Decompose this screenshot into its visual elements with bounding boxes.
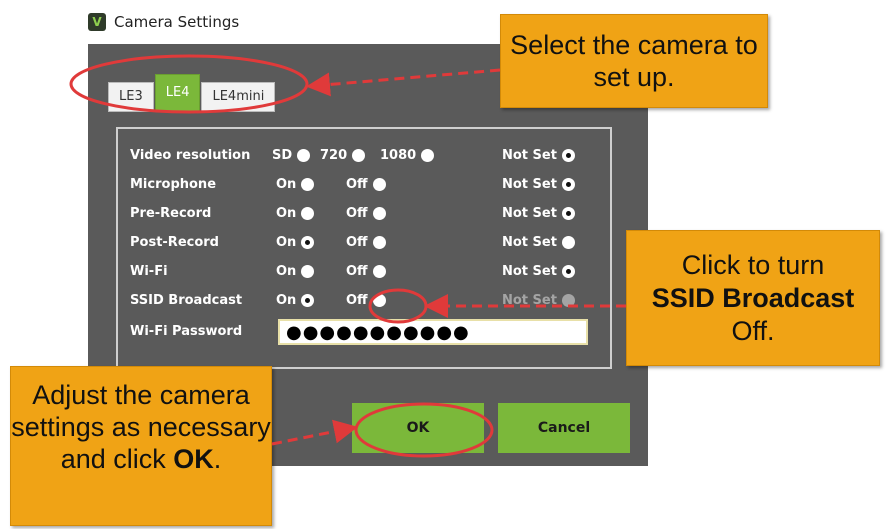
video-720-radio[interactable] — [352, 149, 366, 162]
microphone-off-option[interactable]: Off — [346, 177, 386, 192]
microphone-off-label: Off — [346, 177, 368, 192]
ssid-off-label: Off — [346, 293, 368, 308]
post-record-on-option[interactable]: On — [276, 235, 315, 250]
video-notset-option[interactable]: Not Set — [502, 148, 575, 163]
pre-record-on-option[interactable]: On — [276, 206, 315, 221]
pre-record-row: Pre-Record On Off Not Set — [130, 201, 610, 229]
ssid-off-radio[interactable] — [372, 294, 386, 307]
post-record-label: Post-Record — [130, 235, 219, 250]
video-720-label: 720 — [320, 148, 348, 163]
wifi-on-option[interactable]: On — [276, 264, 315, 279]
video-1080-radio[interactable] — [421, 149, 435, 162]
callout-adjust-text: Adjust the camera settings as necessary … — [11, 380, 271, 474]
wifi-label: Wi-Fi — [130, 264, 168, 279]
wifi-on-label: On — [276, 264, 297, 279]
ssid-on-label: On — [276, 293, 297, 308]
ssid-off-option[interactable]: Off — [346, 293, 386, 308]
callout-ssid-text-2: Off. — [731, 316, 775, 346]
video-sd-radio[interactable] — [297, 149, 311, 162]
ssid-broadcast-row: SSID Broadcast On Off Not Set — [130, 288, 610, 316]
callout-select-camera: Select the camera to set up. — [500, 14, 768, 108]
post-record-off-label: Off — [346, 235, 368, 250]
microphone-notset-label: Not Set — [502, 177, 557, 192]
tab-le3[interactable]: LE3 — [108, 82, 154, 112]
pre-record-off-radio[interactable] — [372, 207, 386, 220]
pre-record-on-radio[interactable] — [301, 207, 315, 220]
post-record-on-radio[interactable] — [301, 236, 315, 249]
wifi-password-field[interactable]: ●●●●●●●●●●● — [278, 319, 588, 345]
ssid-on-radio[interactable] — [301, 294, 315, 307]
ssid-notset-radio[interactable] — [561, 294, 575, 307]
callout-adjust-settings: Adjust the camera settings as necessary … — [10, 366, 272, 526]
microphone-on-radio[interactable] — [301, 178, 315, 191]
callout-ssid-text-bold: SSID Broadcast — [651, 283, 855, 313]
tab-le4mini[interactable]: LE4mini — [201, 82, 276, 112]
pre-record-notset-label: Not Set — [502, 206, 557, 221]
callout-adjust-bold: OK — [173, 444, 214, 474]
pre-record-label: Pre-Record — [130, 206, 212, 221]
microphone-row: Microphone On Off Not Set — [130, 172, 610, 200]
pre-record-notset-option[interactable]: Not Set — [502, 206, 575, 221]
tab-le4[interactable]: LE4 — [154, 74, 201, 112]
callout-ssid-text-1: Click to turn — [681, 250, 825, 280]
video-notset-radio[interactable] — [561, 149, 575, 162]
microphone-on-label: On — [276, 177, 297, 192]
wifi-notset-option[interactable]: Not Set — [502, 264, 575, 279]
wifi-password-label: Wi-Fi Password — [130, 324, 243, 339]
ssid-broadcast-label: SSID Broadcast — [130, 293, 243, 308]
wifi-notset-radio[interactable] — [561, 265, 575, 278]
post-record-off-option[interactable]: Off — [346, 235, 386, 250]
post-record-row: Post-Record On Off Not Set — [130, 230, 610, 258]
ssid-on-option[interactable]: On — [276, 293, 315, 308]
wifi-off-option[interactable]: Off — [346, 264, 386, 279]
callout-ssid-broadcast: Click to turn SSID Broadcast Off. — [626, 230, 880, 366]
post-record-notset-label: Not Set — [502, 235, 557, 250]
pre-record-off-label: Off — [346, 206, 368, 221]
v-logo-icon: V — [88, 13, 106, 31]
video-sd-label: SD — [272, 148, 293, 163]
pre-record-notset-radio[interactable] — [561, 207, 575, 220]
microphone-notset-radio[interactable] — [561, 178, 575, 191]
video-1080-label: 1080 — [380, 148, 417, 163]
ok-button[interactable]: OK — [352, 403, 484, 453]
post-record-notset-option[interactable]: Not Set — [502, 235, 575, 250]
wifi-row: Wi-Fi On Off Not Set — [130, 259, 610, 287]
wifi-notset-label: Not Set — [502, 264, 557, 279]
pre-record-off-option[interactable]: Off — [346, 206, 386, 221]
callout-adjust-period: . — [213, 444, 222, 474]
video-resolution-row: Video resolution SD 720 1080 Not Set — [130, 143, 610, 171]
microphone-on-option[interactable]: On — [276, 177, 315, 192]
video-notset-label: Not Set — [502, 148, 557, 163]
window-title: Camera Settings — [114, 13, 240, 31]
pre-record-on-label: On — [276, 206, 297, 221]
microphone-off-radio[interactable] — [372, 178, 386, 191]
wifi-off-radio[interactable] — [372, 265, 386, 278]
post-record-notset-radio[interactable] — [561, 236, 575, 249]
microphone-notset-option[interactable]: Not Set — [502, 177, 575, 192]
post-record-on-label: On — [276, 235, 297, 250]
ssid-notset-label: Not Set — [502, 293, 557, 308]
video-resolution-label: Video resolution — [130, 148, 251, 163]
video-1080-option[interactable]: 1080 — [380, 148, 435, 163]
cancel-button[interactable]: Cancel — [498, 403, 630, 453]
ssid-notset-option[interactable]: Not Set — [502, 293, 575, 308]
wifi-off-label: Off — [346, 264, 368, 279]
settings-panel: Video resolution SD 720 1080 Not Set Mic… — [116, 127, 612, 369]
video-sd-option[interactable]: SD — [272, 148, 311, 163]
post-record-off-radio[interactable] — [372, 236, 386, 249]
camera-tabs: LE3 LE4 LE4mini — [108, 74, 276, 112]
title-bar: V Camera Settings — [88, 8, 239, 36]
video-720-option[interactable]: 720 — [320, 148, 366, 163]
microphone-label: Microphone — [130, 177, 217, 192]
wifi-on-radio[interactable] — [301, 265, 315, 278]
wifi-password-row: Wi-Fi Password ●●●●●●●●●●● — [130, 319, 610, 347]
